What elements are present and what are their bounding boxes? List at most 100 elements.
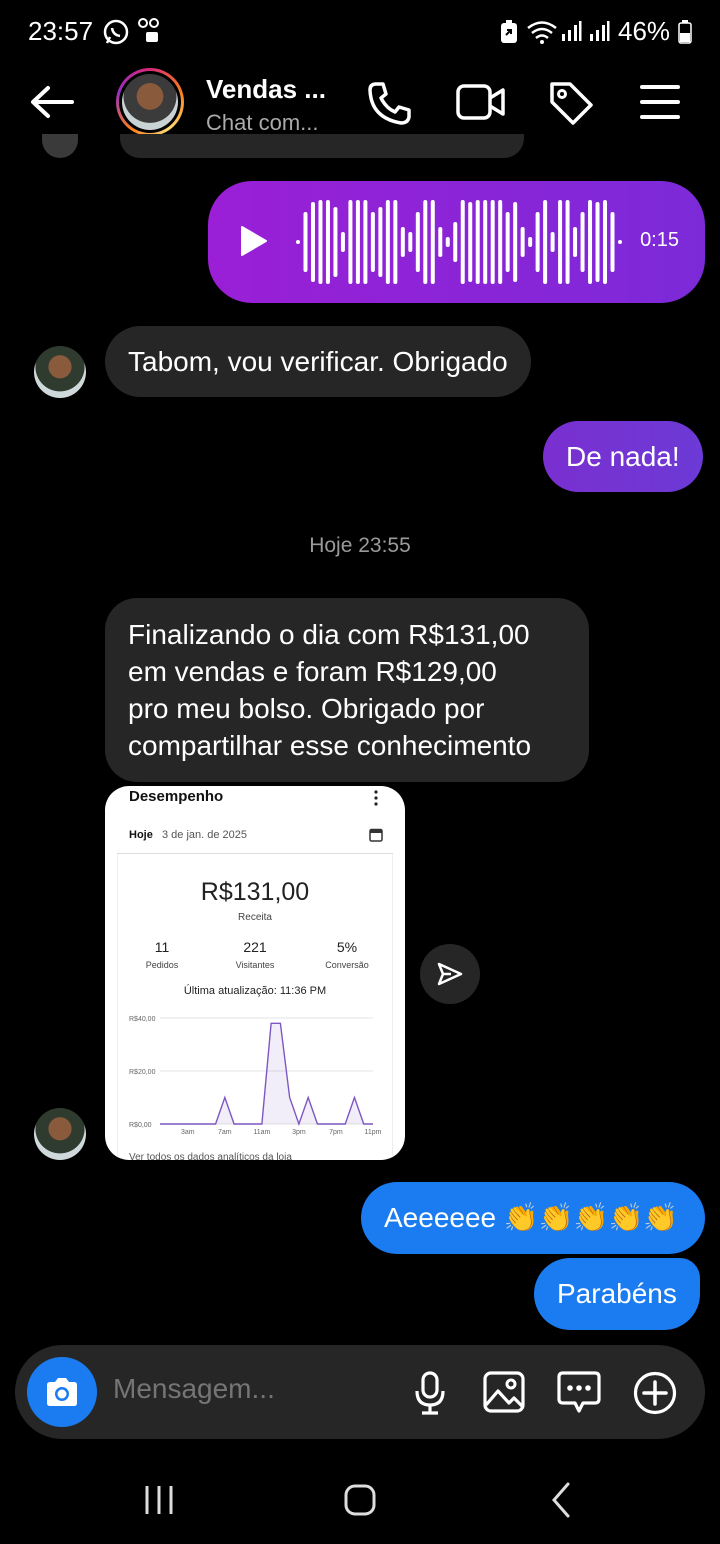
received-message-long[interactable]: Finalizando o dia com R$131,00 em vendas…	[105, 598, 589, 782]
contact-avatar[interactable]	[116, 68, 184, 136]
phone-call-icon[interactable]	[366, 80, 412, 126]
share-button[interactable]	[420, 944, 480, 1004]
chat-subtitle[interactable]: Chat com...	[206, 110, 318, 136]
waveform-bar	[543, 200, 548, 284]
waveform-bar	[400, 227, 405, 257]
chat-title[interactable]: Vendas ...	[206, 74, 326, 105]
waveform-bar	[475, 200, 480, 284]
card-footer: Ver todos os dados analíticos da loja	[129, 1152, 292, 1160]
video-call-icon[interactable]	[456, 82, 506, 122]
waveform-bar	[385, 200, 390, 284]
waveform-bar	[580, 212, 585, 272]
waveform-bar	[303, 212, 308, 272]
voice-message[interactable]: 0:15	[208, 181, 705, 303]
previous-avatar-edge	[42, 134, 78, 158]
wifi-icon	[526, 20, 558, 49]
contact-avatar-small[interactable]	[34, 346, 86, 398]
signal-icon-1	[560, 20, 582, 47]
message-composer	[15, 1345, 705, 1439]
waveform-bar	[340, 232, 345, 252]
waveform-bar	[310, 202, 315, 282]
calendar-icon	[369, 827, 383, 847]
chart-x-tick-label: 7am	[218, 1129, 232, 1136]
waveform-bar	[415, 212, 420, 272]
back-button[interactable]	[532, 1472, 592, 1528]
waveform-bar	[408, 232, 413, 252]
waveform-bar	[610, 212, 615, 272]
signal-icon-2	[588, 20, 610, 47]
message-input[interactable]	[113, 1373, 393, 1405]
status-time: 23:57	[28, 16, 94, 46]
nfc-icon	[500, 20, 518, 49]
waveform-graphic	[296, 200, 622, 284]
waveform-bar	[348, 200, 353, 284]
card-revenue-label: Receita	[238, 912, 272, 923]
home-button[interactable]	[330, 1472, 390, 1528]
play-icon[interactable]	[240, 225, 268, 262]
shared-screenshot[interactable]: Desempenho Hoje 3 de jan. de 2025 R$131,…	[105, 786, 405, 1160]
tag-icon[interactable]	[548, 80, 594, 126]
waveform-bar	[535, 212, 540, 272]
battery-icon	[678, 20, 692, 49]
message-line: pro meu bolso. Obrigado por	[128, 693, 485, 724]
waveform-bar	[595, 202, 600, 282]
waveform-bar	[333, 207, 338, 277]
waveform-bar	[505, 212, 510, 272]
sent-message[interactable]: Parabéns	[534, 1258, 700, 1330]
chart-y-tick-label: R$40,00	[129, 1016, 156, 1023]
waveform-bar	[363, 200, 368, 284]
previous-message-edge	[120, 134, 524, 158]
voicemail-icon	[138, 18, 162, 49]
chart-y-tick-label: R$0,00	[129, 1122, 152, 1129]
waveform-bar	[370, 212, 375, 272]
stat-label: Visitantes	[235, 960, 275, 970]
received-message[interactable]: Tabom, vou verificar. Obrigado	[105, 326, 531, 397]
stat-value: 11	[154, 939, 170, 955]
chart-y-tick-label: R$20,00	[129, 1069, 156, 1076]
sent-message[interactable]: De nada!	[543, 421, 703, 492]
recent-apps-button[interactable]	[130, 1472, 190, 1528]
waveform-bar	[490, 200, 495, 284]
gallery-icon[interactable]	[483, 1371, 525, 1418]
waveform-bar	[573, 227, 578, 257]
waveform-bar	[438, 227, 443, 257]
stat-label: Conversão	[325, 960, 369, 970]
send-icon	[437, 962, 463, 986]
menu-icon[interactable]	[640, 84, 680, 120]
waveform-bar	[558, 200, 563, 284]
waveform-bar	[393, 200, 398, 284]
waveform-bar	[460, 200, 465, 284]
waveform-bar	[498, 200, 503, 284]
waveform-bar	[603, 200, 608, 284]
camera-icon	[47, 1378, 77, 1406]
waveform-bar	[528, 237, 533, 247]
contact-avatar-small[interactable]	[34, 1108, 86, 1160]
chart-x-tick-label: 11pm	[365, 1129, 382, 1136]
camera-button[interactable]	[27, 1357, 97, 1427]
waveform-bar	[430, 200, 435, 284]
audio-duration: 0:15	[640, 229, 679, 251]
waveform-bar	[513, 202, 518, 282]
waveform-bar	[318, 200, 323, 284]
waveform-bar	[355, 200, 360, 284]
card-revenue: R$131,00	[200, 878, 310, 906]
add-icon[interactable]	[633, 1371, 677, 1420]
waveform-bar	[520, 227, 525, 257]
sent-message[interactable]: Aeeeeee 👏👏👏👏👏	[361, 1182, 705, 1254]
stat-value: 221	[243, 939, 267, 955]
waveform-bar	[453, 222, 458, 262]
more-vert-icon	[373, 790, 379, 811]
message-line: compartilhar esse conhecimento	[128, 730, 532, 761]
microphone-icon[interactable]	[413, 1371, 447, 1420]
waveform-bar	[325, 200, 330, 284]
chart-x-tick-label: 7pm	[329, 1129, 343, 1136]
chart-x-tick-label: 3am	[181, 1129, 195, 1136]
back-arrow-icon[interactable]	[28, 84, 76, 120]
waveform-bar	[618, 240, 622, 244]
sticker-chat-icon[interactable]	[557, 1371, 601, 1420]
whatsapp-icon	[102, 18, 130, 51]
waveform-bar	[588, 200, 593, 284]
card-divider	[117, 853, 393, 854]
revenue-chart: R$40,00 R$20,00 R$0,00 3am 7am 11am 3pm 7pm 11pm	[129, 1016, 382, 1136]
waveform-bar	[550, 232, 555, 252]
